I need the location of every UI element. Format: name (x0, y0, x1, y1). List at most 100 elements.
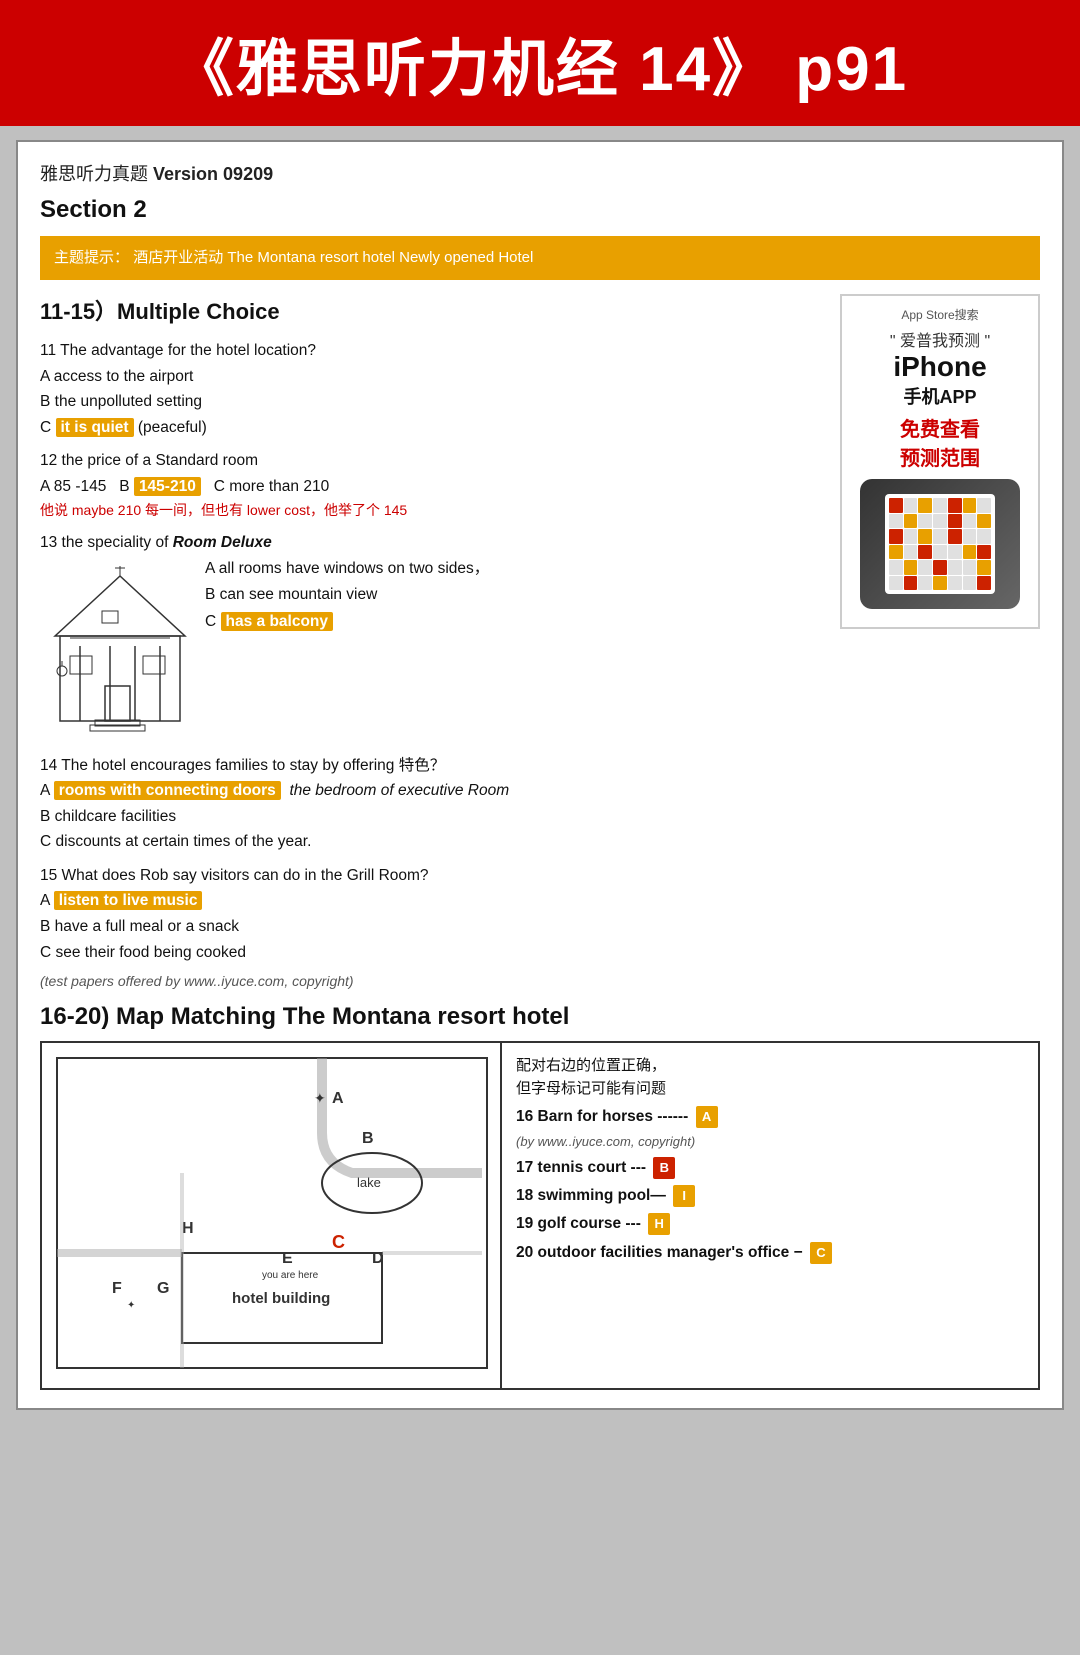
ans18-text: 18 swimming pool— (516, 1187, 666, 1204)
q11-option-a: A access to the airport (40, 364, 830, 390)
q14-a-label: A (40, 782, 54, 799)
bottom-section: hotel building lake A ✦ B H C (40, 1041, 1040, 1390)
right-col: App Store搜索 " 爱普我预测 " iPhone 手机APP 免费查看 … (840, 294, 1040, 989)
q14-italic: the bedroom of executive Room (289, 782, 509, 799)
two-col-layout: 11-15）Multiple Choice 11 The advantage f… (40, 294, 1040, 989)
q11-block: 11 The advantage for the hotel location?… (40, 338, 830, 440)
map-title-bold: 16-20) Map Matching (40, 1003, 276, 1030)
top-note-line2: 但字母标记可能有问题 (516, 1078, 1024, 1101)
answer-16: 16 Barn for horses ------ A (516, 1106, 1024, 1128)
top-note: 配对右边的位置正确， 但字母标记可能有问题 (516, 1055, 1024, 1100)
app-free: 免费查看 (852, 413, 1028, 442)
page-title: 《雅思听力机经 14》 p91 (30, 18, 1050, 108)
phone-image (860, 479, 1020, 609)
top-note-line1: 配对右边的位置正确， (516, 1055, 1024, 1078)
q11-note: (peaceful) (138, 419, 207, 436)
q11-option-c: C it is quiet (peaceful) (40, 415, 830, 441)
version-label: 雅思听力真题 (40, 164, 148, 184)
q14-option-b: B childcare facilities (40, 804, 830, 830)
q13-text: 13 the speciality of (40, 534, 168, 551)
svg-text:✦: ✦ (314, 1090, 326, 1106)
q13-c-label: C (205, 613, 221, 630)
answer-19: 19 golf course --- H (516, 1213, 1024, 1235)
map-svg: hotel building lake A ✦ B H C (52, 1053, 492, 1373)
ans16-badge: A (696, 1106, 718, 1128)
copyright-map: (by www..iyuce.com, copyright) (516, 1134, 1024, 1149)
map-letter-b: B (362, 1130, 374, 1147)
q13-layout: A all rooms have windows on two sides， B… (40, 556, 830, 745)
map-title-normal: The Montana resort hotel (283, 1003, 570, 1030)
you-are-here-label: you are here (262, 1270, 319, 1281)
q11-text: 11 The advantage for the hotel location? (40, 338, 830, 364)
building-sketch (40, 556, 195, 745)
app-range: 预测范围 (852, 442, 1028, 471)
version-text: Version 09209 (153, 164, 273, 184)
ans19-badge: H (648, 1213, 670, 1235)
q15-text: 15 What does Rob say visitors can do in … (40, 863, 830, 889)
version-line: 雅思听力真题 Version 09209 (40, 160, 1040, 186)
app-subtitle: 手机APP (852, 383, 1028, 409)
q12-text: 12 the price of a Standard room (40, 448, 830, 474)
theme-label: 主题提示： (54, 249, 129, 266)
q11-option-b: B the unpolluted setting (40, 389, 830, 415)
answer-18: 18 swimming pool— I (516, 1185, 1024, 1207)
section-title: Section 2 (40, 196, 1040, 224)
q12-option-a: A 85 -145 (40, 478, 106, 495)
q15-option-c: C see their food being cooked (40, 940, 830, 966)
q13-answer: has a balcony (221, 612, 334, 631)
brand-text: 爱普我预测 (900, 333, 980, 350)
q13-block: 13 the speciality of Room Deluxe (40, 530, 830, 744)
mc-header: 11-15）Multiple Choice (40, 294, 830, 326)
map-area: hotel building lake A ✦ B H C (42, 1043, 502, 1388)
app-brand: " 爱普我预测 " (852, 327, 1028, 351)
building-svg-image (40, 556, 195, 736)
q14-answer: rooms with connecting doors (54, 781, 281, 800)
phone-screen (885, 494, 995, 594)
answer-17: 17 tennis court --- B (516, 1157, 1024, 1179)
main-content: 雅思听力真题 Version 09209 Section 2 主题提示： 酒店开… (16, 140, 1064, 1410)
q12-option-b: B (119, 478, 129, 495)
answer-20: 20 outdoor facilities manager's office −… (516, 1241, 1024, 1264)
q13-option-b: B can see mountain view (205, 582, 830, 608)
left-col: 11-15）Multiple Choice 11 The advantage f… (40, 294, 840, 989)
q13-italic: Room Deluxe (173, 534, 272, 551)
q15-a-label: A (40, 892, 54, 909)
q11-answer: it is quiet (56, 418, 134, 437)
q12-options: A 85 -145 B 145-210 C more than 210 (40, 474, 830, 500)
copyright-mc: (test papers offered by www..iyuce.com, … (40, 973, 830, 989)
q14-option-c: C discounts at certain times of the year… (40, 829, 830, 855)
theme-box: 主题提示： 酒店开业活动 The Montana resort hotel Ne… (40, 236, 1040, 280)
iphone-title: iPhone (852, 351, 1028, 383)
q13-header: 13 the speciality of Room Deluxe (40, 530, 830, 556)
map-letter-a: A (332, 1090, 344, 1107)
q12-chinese: 他说 maybe 210 每一间，但也有 lower cost，他举了个 145 (40, 499, 830, 522)
q15-option-b: B have a full meal or a snack (40, 914, 830, 940)
page-header: 《雅思听力机经 14》 p91 (0, 0, 1080, 126)
ans17-text: 17 tennis court --- (516, 1159, 646, 1176)
q14-text: 14 The hotel encourages families to stay… (40, 753, 830, 779)
ans20-text: 20 outdoor facilities manager's office − (516, 1244, 803, 1261)
app-ad: App Store搜索 " 爱普我预测 " iPhone 手机APP 免费查看 … (840, 294, 1040, 629)
q14-block: 14 The hotel encourages families to stay… (40, 753, 830, 855)
q15-block: 15 What does Rob say visitors can do in … (40, 863, 830, 965)
ans18-badge: I (673, 1185, 695, 1207)
q13-option-c: C has a balcony (205, 609, 830, 635)
map-letter-d: D (372, 1250, 384, 1267)
ans19-text: 19 golf course --- (516, 1215, 641, 1232)
svg-text:✦: ✦ (127, 1300, 135, 1311)
q15-answer: listen to live music (54, 891, 203, 910)
q12-block: 12 the price of a Standard room A 85 -14… (40, 448, 830, 522)
lake-label: lake (357, 1175, 381, 1190)
q13-option-a: A all rooms have windows on two sides， (205, 556, 830, 582)
q15-option-a: A listen to live music (40, 888, 830, 914)
ans16-text: 16 Barn for horses ------ (516, 1108, 688, 1125)
map-letter-g: G (157, 1280, 169, 1297)
app-store-text: App Store搜索 (852, 306, 1028, 323)
hotel-label: hotel building (232, 1290, 330, 1307)
ans17-badge: B (653, 1157, 675, 1179)
q12-answer: 145-210 (134, 477, 201, 496)
map-letter-e: E (282, 1250, 293, 1267)
map-letter-f: F (112, 1280, 122, 1297)
q12-option-c: C more than 210 (214, 478, 329, 495)
map-letter-c: C (332, 1232, 345, 1252)
